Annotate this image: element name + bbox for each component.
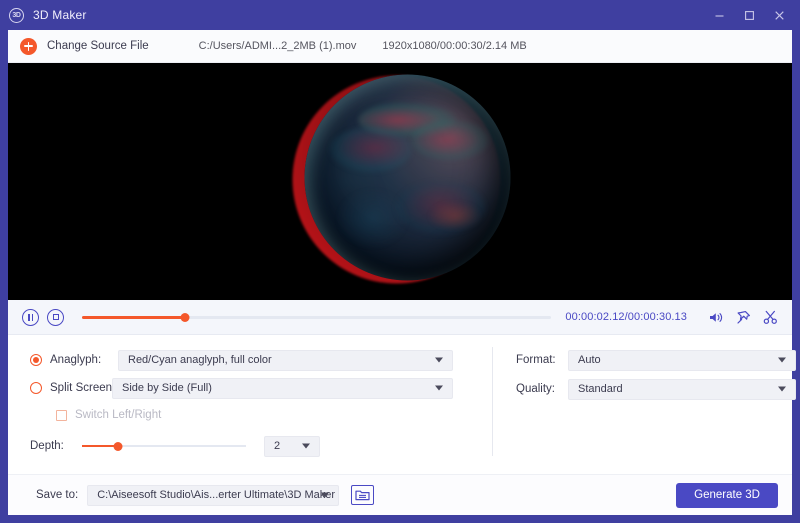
split-screen-radio[interactable] (30, 382, 42, 394)
volume-icon[interactable] (706, 307, 726, 327)
source-toolbar: Change Source File C:/Users/ADMI...2_2MB… (8, 30, 792, 63)
add-source-button[interactable] (20, 37, 37, 55)
chevron-down-icon (321, 492, 330, 498)
save-to-label: Save to: (36, 489, 79, 501)
format-row: Format: Auto (516, 349, 796, 371)
anaglyph-row: Anaglyph: Red/Cyan anaglyph, full color (30, 349, 492, 371)
anaglyph-mode-value: Red/Cyan anaglyph, full color (128, 354, 272, 366)
generate-3d-button[interactable]: Generate 3D (676, 482, 778, 508)
quality-label: Quality: (516, 383, 555, 395)
source-file-path: C:/Users/ADMI...2_2MB (1).mov (198, 40, 357, 52)
player-controls: 00:00:02.12/00:00:30.13 (8, 300, 792, 335)
format-select[interactable]: Auto (568, 349, 796, 371)
minimize-icon[interactable] (704, 2, 734, 28)
depth-label: Depth: (30, 440, 64, 452)
depth-thumb[interactable] (113, 441, 123, 451)
bottom-bar: Save to: C:\Aiseesoft Studio\Ais...erter… (8, 474, 792, 515)
plus-circle-icon (20, 37, 37, 55)
folder-icon[interactable] (351, 485, 375, 505)
depth-value: 2 (274, 440, 281, 452)
anaglyph-label: Anaglyph: (50, 354, 102, 366)
panel-divider (492, 347, 493, 456)
seek-thumb[interactable] (180, 312, 190, 322)
stop-glyph (52, 314, 59, 320)
format-value: Auto (578, 354, 601, 366)
save-to-value: C:\Aiseesoft Studio\Ais...erter Ultimate… (97, 489, 336, 501)
format-label: Format: (516, 354, 556, 366)
settings-right-column: Format: Auto Quality: Standard (492, 335, 800, 474)
chevron-down-icon (435, 385, 443, 391)
anaglyph-globe (292, 74, 511, 289)
chevron-down-icon (302, 443, 310, 449)
scissors-icon[interactable] (760, 307, 780, 327)
maximize-icon[interactable] (734, 2, 764, 28)
switch-lr-checkbox (56, 409, 67, 421)
pause-icon[interactable] (22, 308, 39, 326)
video-preview[interactable] (8, 63, 792, 300)
3d-badge-icon: 3D (9, 7, 24, 23)
split-screen-mode-value: Side by Side (Full) (122, 382, 212, 394)
save-to-select[interactable]: C:\Aiseesoft Studio\Ais...erter Ultimate… (87, 484, 340, 506)
split-screen-label: Split Screen: (50, 382, 116, 394)
window-title: 3D Maker (33, 8, 87, 22)
quality-row: Quality: Standard (516, 378, 796, 400)
anaglyph-mode-select[interactable]: Red/Cyan anaglyph, full color (118, 349, 453, 371)
app-window: 3D 3D Maker Change Source File C:/Users/… (0, 0, 800, 523)
switch-lr-row: Switch Left/Right (56, 405, 492, 425)
split-screen-row: Split Screen: Side by Side (Full) (30, 377, 492, 399)
stop-icon[interactable] (47, 308, 64, 326)
timecode-display: 00:00:02.12/00:00:30.13 (565, 311, 687, 323)
settings-panel: Anaglyph: Red/Cyan anaglyph, full color … (8, 335, 796, 474)
pause-glyph (27, 313, 34, 321)
switch-lr-label: Switch Left/Right (75, 409, 162, 421)
source-file-meta: 1920x1080/00:00:30/2.14 MB (382, 40, 527, 52)
pin-icon[interactable] (733, 307, 753, 327)
seek-slider[interactable] (82, 310, 552, 324)
chevron-down-icon (435, 357, 443, 363)
globe-cyan-channel (304, 74, 511, 280)
depth-row: Depth: 2 (30, 435, 492, 457)
seek-fill (82, 315, 186, 319)
depth-slider[interactable] (82, 440, 246, 452)
chevron-down-icon (778, 357, 786, 363)
quality-value: Standard (578, 383, 623, 395)
globe-limb-highlight (305, 74, 511, 280)
depth-value-select[interactable]: 2 (264, 435, 320, 457)
change-source-file-label[interactable]: Change Source File (47, 40, 149, 52)
settings-left-column: Anaglyph: Red/Cyan anaglyph, full color … (8, 335, 492, 474)
close-icon[interactable] (764, 2, 794, 28)
chevron-down-icon (778, 386, 786, 392)
split-screen-mode-select[interactable]: Side by Side (Full) (112, 377, 453, 399)
quality-select[interactable]: Standard (568, 378, 796, 400)
title-bar: 3D 3D Maker (0, 0, 800, 30)
anaglyph-radio[interactable] (30, 354, 42, 366)
